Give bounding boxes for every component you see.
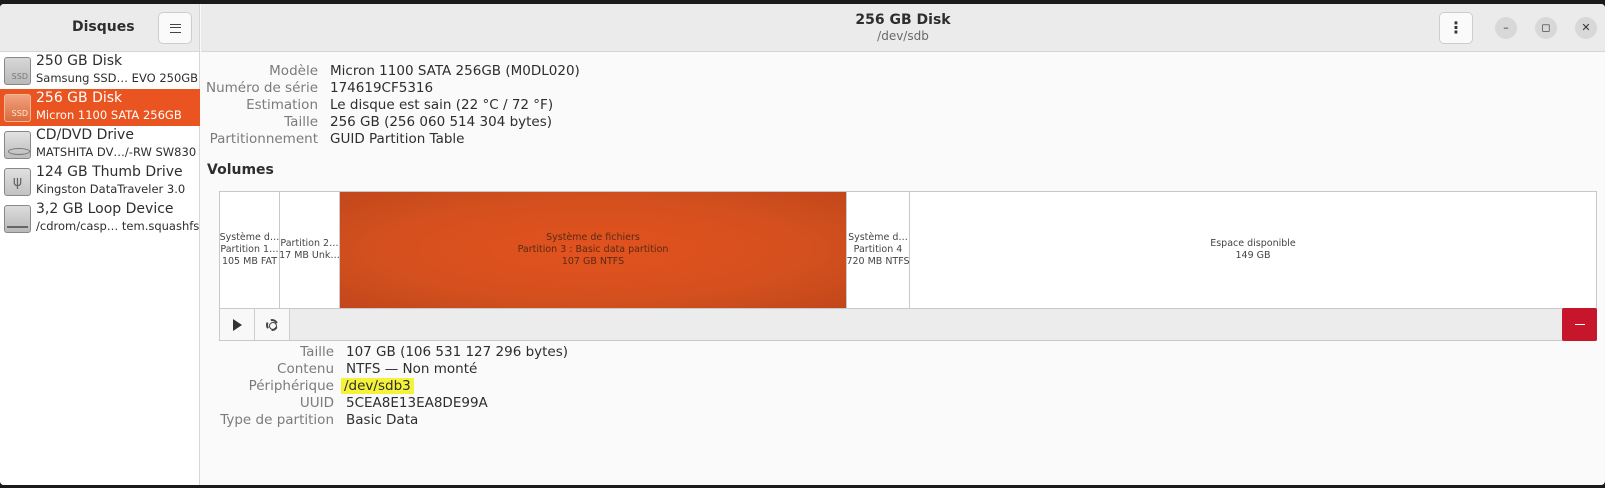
partition-type-label: Type de partition	[220, 412, 334, 428]
free-space[interactable]: Espace disponible 149 GB	[910, 192, 1596, 308]
uuid-label: UUID	[299, 395, 334, 411]
volumes-heading: Volumes	[207, 162, 274, 178]
content-label: Contenu	[277, 361, 334, 377]
device-item-thumb-drive[interactable]: ψ 124 GB Thumb Drive Kingston DataTravel…	[0, 163, 200, 200]
serial-value: 174619CF5316	[330, 80, 434, 96]
device-model: Micron 1100 SATA 256GB	[36, 108, 182, 122]
free-space-size: 149 GB	[1235, 250, 1271, 261]
device-item-250gb-disk[interactable]: SSD 250 GB Disk Samsung SSD… EVO 250GB	[0, 52, 200, 89]
sidebar-header: Disques	[0, 4, 199, 52]
assessment-value: Le disque est sain (22 °C / 72 °F)	[330, 97, 554, 113]
partition-size-value: 107 GB (106 531 127 296 bytes)	[346, 344, 569, 360]
device-model: Kingston DataTraveler 3.0	[36, 182, 186, 196]
disk-title: 256 GB Disk	[855, 12, 951, 28]
assessment-label: Estimation	[246, 97, 318, 113]
uuid-value: 5CEA8E13EA8DE99A	[346, 395, 488, 411]
ssd-icon: SSD	[4, 57, 31, 85]
partition-name: Partition 1…	[220, 244, 279, 255]
mount-button[interactable]	[220, 309, 255, 340]
device-model: /cdrom/casp… tem.squashfs	[36, 219, 200, 233]
disks-window: Disques SSD 250 GB Disk Samsung SSD… EVO…	[0, 4, 1605, 485]
model-label: Modèle	[269, 63, 318, 79]
partition-size: 17 MB Unk…	[280, 250, 340, 261]
device-label: Périphérique	[248, 378, 334, 394]
device-item-256gb-disk[interactable]: SSD 256 GB Disk Micron 1100 SATA 256GB	[0, 89, 200, 126]
device-name: CD/DVD Drive	[36, 127, 134, 143]
content-value: NTFS — Non monté	[346, 361, 478, 377]
partition-type: Système de fichiers	[546, 232, 640, 243]
partitioning-label: Partitionnement	[209, 131, 318, 147]
gear-icon	[266, 318, 278, 331]
partitioning-value: GUID Partition Table	[330, 131, 465, 147]
sidebar: Disques SSD 250 GB Disk Samsung SSD… EVO…	[0, 4, 200, 485]
close-button[interactable]: ✕	[1575, 17, 1597, 39]
volume-toolbar	[219, 308, 1597, 341]
serial-label: Numéro de série	[205, 80, 318, 96]
size-label: Taille	[284, 114, 318, 130]
partition-size: 107 GB NTFS	[561, 256, 625, 267]
device-name: 3,2 GB Loop Device	[36, 201, 174, 217]
device-item-cd-dvd-drive[interactable]: CD/DVD Drive MATSHITA DV…/-RW SW830	[0, 126, 200, 163]
usb-drive-icon: ψ	[4, 168, 31, 196]
ssd-icon: SSD	[4, 94, 31, 122]
device-name: 250 GB Disk	[36, 53, 123, 69]
minus-icon	[1574, 324, 1585, 325]
size-value: 256 GB (256 060 514 304 bytes)	[330, 114, 553, 130]
partition-4[interactable]: Système d… Partition 4 720 MB NTFS	[847, 192, 910, 308]
partition-2[interactable]: Partition 2… 17 MB Unk…	[280, 192, 340, 308]
volumes-bar: Système d… Partition 1… 105 MB FAT Parti…	[219, 191, 1597, 309]
header-bar: 256 GB Disk /dev/sdb ⋮ – ◻ ✕	[201, 4, 1605, 52]
optical-drive-icon	[4, 131, 31, 159]
main-menu-button[interactable]	[158, 12, 192, 44]
device-model: MATSHITA DV…/-RW SW830	[36, 145, 197, 159]
device-name: 124 GB Thumb Drive	[36, 164, 183, 180]
partition-3[interactable]: Système de fichiers Partition 3 : Basic …	[340, 192, 847, 308]
play-icon	[232, 318, 242, 331]
maximize-button[interactable]: ◻	[1535, 17, 1557, 39]
disk-menu-button[interactable]: ⋮	[1439, 12, 1473, 44]
hamburger-icon	[169, 23, 181, 33]
device-name: 256 GB Disk	[36, 90, 123, 106]
app-title: Disques	[72, 19, 135, 35]
partition-type-value: Basic Data	[346, 412, 419, 428]
partition-type: Système d…	[220, 232, 280, 243]
partition-name: Partition 3 : Basic data partition	[517, 244, 669, 255]
loop-device-icon	[4, 205, 31, 233]
free-space-label: Espace disponible	[1210, 238, 1296, 249]
partition-size: 105 MB FAT	[221, 256, 278, 267]
partition-name: Partition 2…	[280, 238, 339, 249]
partition-size: 720 MB NTFS	[847, 256, 910, 267]
device-value: /dev/sdb3	[341, 378, 414, 394]
disk-device-path: /dev/sdb	[877, 29, 929, 43]
device-item-loop-device[interactable]: 3,2 GB Loop Device /cdrom/casp… tem.squa…	[0, 200, 200, 237]
partition-settings-button[interactable]	[255, 309, 290, 340]
model-value: Micron 1100 SATA 256GB (M0DL020)	[330, 63, 580, 79]
partition-1[interactable]: Système d… Partition 1… 105 MB FAT	[220, 192, 280, 308]
minimize-button[interactable]: –	[1495, 17, 1517, 39]
device-model: Samsung SSD… EVO 250GB	[36, 71, 199, 85]
partition-size-label: Taille	[300, 344, 334, 360]
partition-name: Partition 4	[853, 244, 903, 255]
delete-partition-button[interactable]	[1562, 308, 1597, 341]
partition-type: Système d…	[848, 232, 908, 243]
